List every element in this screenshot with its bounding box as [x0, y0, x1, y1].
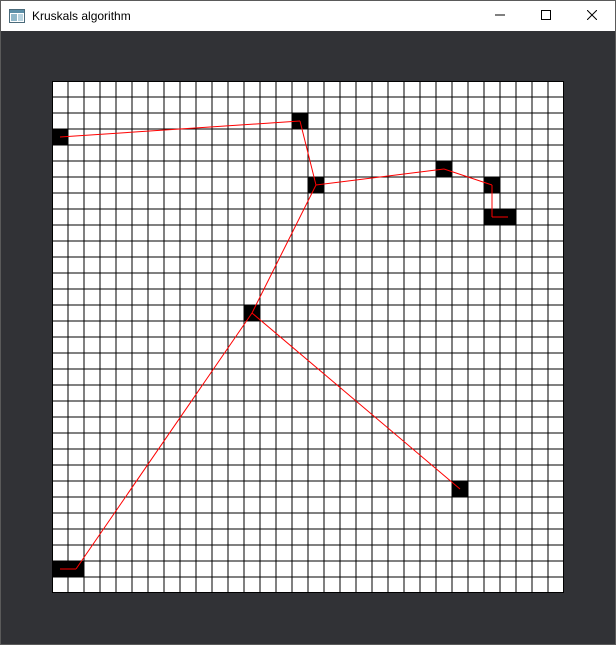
canvas-area [1, 31, 615, 644]
maximize-button[interactable] [523, 1, 569, 31]
grid-canvas[interactable] [52, 81, 564, 593]
minimize-button[interactable] [477, 1, 523, 31]
window-controls [477, 1, 615, 31]
window-app-icon [9, 8, 25, 24]
window-title: Kruskals algorithm [32, 9, 131, 23]
close-icon [586, 7, 598, 25]
close-button[interactable] [569, 1, 615, 31]
title-bar[interactable]: Kruskals algorithm [1, 1, 615, 31]
app-window: Kruskals algorithm [0, 0, 616, 645]
maximize-icon [541, 7, 551, 25]
minimize-icon [495, 7, 505, 25]
